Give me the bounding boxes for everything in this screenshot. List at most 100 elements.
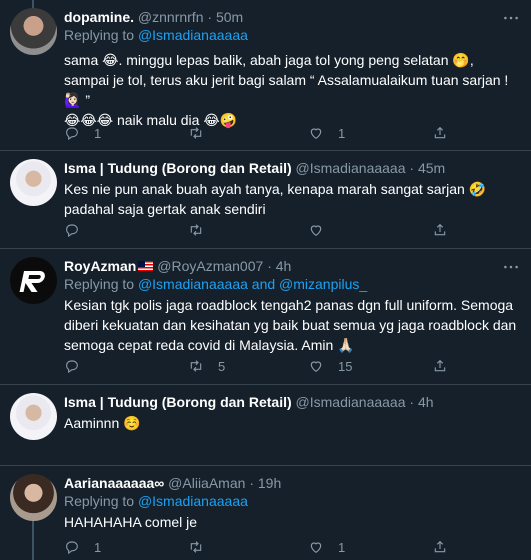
tweet-text: Kes nie pun anak buah ayah tanya, kenapa…	[64, 179, 521, 219]
tweet-actions: 5 15	[64, 357, 524, 375]
handle[interactable]: @Ismadianaaaaa	[296, 160, 406, 176]
like-button[interactable]: 15	[308, 357, 352, 375]
avatar[interactable]	[10, 474, 57, 521]
tweet-text-line: semoga cepat reda covid di Malaysia. Ami…	[64, 337, 355, 353]
dot-separator: ·	[267, 258, 272, 274]
display-name[interactable]: Isma | Tudung (Borong dan Retail)	[64, 394, 292, 410]
like-icon	[310, 128, 322, 140]
retweet-icon	[190, 541, 202, 553]
reply-icon	[66, 541, 78, 555]
retweet-button[interactable]	[188, 538, 218, 556]
reply-count: 1	[94, 125, 102, 141]
tweet-text: sama 😂. minggu lepas balik, abah jaga to…	[64, 50, 521, 130]
replying-prefix: Replying to	[64, 27, 135, 43]
share-button[interactable]	[432, 357, 448, 375]
reply-icon	[66, 360, 78, 374]
reply-button[interactable]: 1	[64, 124, 101, 142]
share-icon	[434, 223, 446, 236]
retweet-icon	[190, 224, 202, 236]
display-name[interactable]: dopamine.	[64, 9, 134, 25]
timestamp[interactable]: 4h	[276, 258, 292, 274]
tweet-text: Aaminnn ☺️	[64, 413, 521, 433]
dot-separator: ·	[409, 394, 415, 410]
avatar[interactable]	[10, 8, 57, 55]
avatar[interactable]	[10, 159, 57, 206]
like-count: 1	[338, 539, 346, 555]
roy-logo	[19, 271, 45, 292]
replying-to: Replying to @Ismadianaaaaa	[64, 492, 521, 510]
replying-prefix: Replying to	[64, 276, 135, 292]
tweet-header: Isma | Tudung (Borong dan Retail) @Ismad…	[64, 159, 521, 177]
share-icon	[434, 359, 446, 372]
replying-to-handle[interactable]: @Ismadianaaaaa and @mizanpilus_	[138, 276, 367, 292]
retweet-icon	[190, 360, 202, 372]
tweet-header: Isma | Tudung (Borong dan Retail) @Ismad…	[64, 393, 521, 411]
tweet-text-line: Kesian tgk polis jaga roadblock tengah2 …	[64, 297, 514, 313]
handle[interactable]: @AliiaAman	[168, 475, 245, 491]
like-button[interactable]: 1	[308, 124, 345, 142]
display-name[interactable]: Isma | Tudung (Borong dan Retail)	[64, 160, 292, 176]
like-count: 15	[338, 358, 353, 374]
tweet-actions	[64, 221, 524, 239]
tweet-header: dopamine. @znnrnrfn · 50m	[64, 8, 521, 26]
timestamp[interactable]: 19h	[258, 475, 281, 491]
malaysia-flag-icon	[138, 261, 154, 271]
share-icon	[434, 126, 446, 139]
tweet-text: HAHAHAHA comel je	[64, 512, 521, 532]
like-button[interactable]	[308, 221, 338, 239]
tweet-3[interactable]: RoyAzman @RoyAzman007 · 4h Replying to @…	[0, 249, 531, 384]
tweet-5[interactable]: Aarianaaaaaa∞ @AliiaAman · 19h Replying …	[0, 466, 531, 560]
replying-to-handle[interactable]: @Ismadianaaaaa	[138, 493, 248, 509]
like-button[interactable]: 1	[308, 538, 345, 556]
handle[interactable]: @znnrnrfn	[138, 9, 204, 25]
reply-button[interactable]	[64, 221, 94, 239]
replying-to: Replying to @Ismadianaaaaa	[64, 26, 521, 44]
like-icon	[310, 361, 322, 373]
reply-button[interactable]	[64, 357, 94, 375]
replying-prefix: Replying to	[64, 493, 135, 509]
tweet-text-line: Kes nie pun anak buah ayah tanya, kenapa…	[64, 181, 487, 197]
tweet-text-line: Aaminnn ☺️	[64, 415, 141, 431]
handle[interactable]: @Ismadianaaaaa	[296, 394, 406, 410]
tweet-text-line: sama 😂. minggu lepas balik, abah jaga to…	[64, 52, 474, 68]
share-button[interactable]	[432, 538, 448, 556]
replying-to: Replying to @Ismadianaaaaa and @mizanpil…	[64, 275, 521, 293]
tweet-actions: 1 1	[64, 538, 524, 556]
tweet-text-line: HAHAHAHA comel je	[64, 514, 198, 530]
display-name[interactable]: Aarianaaaaaa∞	[64, 475, 164, 491]
reply-icon	[66, 127, 78, 141]
timestamp[interactable]: 45m	[418, 160, 445, 176]
retweet-button[interactable]: 5	[188, 357, 225, 375]
more-icon[interactable]	[501, 257, 521, 275]
tweet-header: Aarianaaaaaa∞ @AliiaAman · 19h	[64, 474, 521, 492]
tweet-4[interactable]: Isma | Tudung (Borong dan Retail) @Ismad…	[0, 385, 531, 465]
like-icon	[310, 542, 322, 554]
retweet-count: 5	[218, 358, 226, 374]
display-name[interactable]: RoyAzman	[64, 258, 136, 274]
dot-separator: ·	[249, 475, 254, 491]
tweet-text: Kesian tgk polis jaga roadblock tengah2 …	[64, 295, 521, 355]
share-button[interactable]	[432, 124, 448, 142]
dot-separator: ·	[207, 9, 213, 25]
tweet-text-line: 🙋🏻‍♀️ ”	[64, 92, 90, 108]
timestamp[interactable]: 50m	[216, 9, 243, 25]
tweet-text-line: sampai je tol, terus aku jerit bagi sala…	[64, 72, 509, 88]
share-button[interactable]	[432, 221, 448, 239]
avatar[interactable]	[10, 393, 57, 440]
tweet-2[interactable]: Isma | Tudung (Borong dan Retail) @Ismad…	[0, 151, 531, 248]
dot-separator: ·	[409, 160, 415, 176]
avatar[interactable]	[10, 257, 57, 304]
retweet-button[interactable]	[188, 124, 218, 142]
retweet-button[interactable]	[188, 221, 218, 239]
tweet-text-line: padahal saja gertak anak sendiri	[64, 201, 266, 217]
reply-button[interactable]: 1	[64, 538, 101, 556]
replying-to-handle[interactable]: @Ismadianaaaaa	[138, 27, 248, 43]
more-icon[interactable]	[501, 8, 521, 26]
tweet-header: RoyAzman @RoyAzman007 · 4h	[64, 257, 521, 275]
like-count: 1	[338, 125, 346, 141]
handle[interactable]: @RoyAzman007	[157, 258, 263, 274]
tweet-1[interactable]: dopamine. @znnrnrfn · 50m Replying to @I…	[0, 0, 531, 150]
share-icon	[434, 540, 446, 553]
timestamp[interactable]: 4h	[418, 394, 434, 410]
reply-icon	[66, 224, 78, 238]
